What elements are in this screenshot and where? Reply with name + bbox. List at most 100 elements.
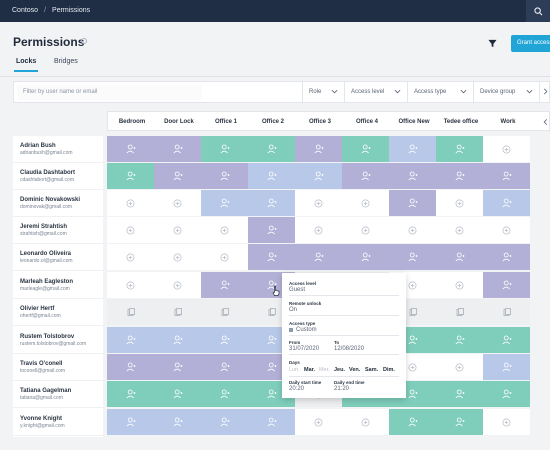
access-cell[interactable] [107,327,154,353]
access-cell[interactable] [248,163,295,189]
access-cell[interactable] [342,136,389,162]
day-toggle[interactable]: Ven. [349,367,360,373]
access-cell[interactable] [436,409,483,435]
grant-access-cell[interactable] [436,354,483,380]
grant-access-cell[interactable] [154,217,201,243]
access-cell[interactable] [436,244,483,270]
access-cell[interactable] [107,409,154,435]
filter-input[interactable]: Filter by user name or email [17,85,202,100]
access-cell[interactable] [342,163,389,189]
access-cell[interactable] [389,163,436,189]
access-cell[interactable] [248,409,295,435]
access-cell[interactable] [483,244,530,270]
access-cell[interactable] [154,381,201,407]
user-row[interactable]: Yvonne Knight y.knight@gmail.com [13,409,103,436]
access-cell[interactable] [107,136,154,162]
grant-access-cell[interactable] [295,409,342,435]
tab-locks[interactable]: Locks [13,58,39,72]
device-group-dropdown[interactable]: Device group [473,82,539,102]
grant-access-cell[interactable] [154,244,201,270]
search-button[interactable] [526,0,550,22]
column-header-bedroom[interactable]: Bedroom [108,112,156,132]
access-cell[interactable] [248,244,295,270]
access-cell[interactable] [201,272,248,298]
access-cell[interactable] [483,381,530,407]
access-cell[interactable] [154,163,201,189]
column-header-door-lock[interactable]: Door Lock [155,112,203,132]
day-toggle[interactable]: Mer. [319,367,330,373]
grant-access-cell[interactable] [436,272,483,298]
access-cell[interactable] [201,409,248,435]
access-cell[interactable] [248,190,295,216]
user-row[interactable]: Leonardo Oliveira leonardo.ol@gmail.com [13,244,103,271]
bridge-cell[interactable] [201,299,248,325]
column-header-office-new[interactable]: Office New [390,112,438,132]
day-toggle[interactable]: Mar. [304,367,315,373]
day-toggle[interactable]: Sam. [365,367,378,373]
grant-access-cell[interactable] [342,190,389,216]
user-row[interactable]: Jeremi Strahtish strahtish@gmail.com [13,217,103,244]
access-cell[interactable] [483,354,530,380]
user-row[interactable]: Rustem Tolstobrov rustem.tolstobrov@gmail… [13,327,103,354]
tab-bridges[interactable]: Bridges [54,58,78,65]
grant-access-cell[interactable] [483,136,530,162]
user-row[interactable]: Olivier Hertf ohertf@gmail.com [13,299,103,326]
grant-access-cell[interactable] [295,217,342,243]
access-cell[interactable] [483,272,530,298]
access-cell[interactable] [436,327,483,353]
column-header-office-4[interactable]: Office 4 [343,112,391,132]
grant-access-cell[interactable] [436,190,483,216]
role-dropdown[interactable]: Role [302,82,344,102]
grant-access-cell[interactable] [483,409,530,435]
chevron-left-icon[interactable] [542,118,549,126]
access-cell[interactable] [295,136,342,162]
grant-access-cell[interactable] [295,190,342,216]
grant-access-cell[interactable] [342,217,389,243]
user-row[interactable]: Dominic Novakowski dominovak@gmail.com [13,190,103,217]
grant-access-cell[interactable] [107,272,154,298]
access-cell[interactable] [248,136,295,162]
access-cell[interactable] [201,190,248,216]
access-cell[interactable] [201,136,248,162]
access-cell[interactable] [248,217,295,243]
access-cell[interactable] [201,354,248,380]
access-cell[interactable] [483,327,530,353]
access-cell[interactable] [295,163,342,189]
access-cell[interactable] [107,354,154,380]
grant-access-cell[interactable] [436,217,483,243]
column-header-office-1[interactable]: Office 1 [202,112,250,132]
access-cell[interactable] [295,244,342,270]
access-cell[interactable] [107,163,154,189]
grant-access-cell[interactable] [342,409,389,435]
bridge-cell[interactable] [483,299,530,325]
filter-icon[interactable] [488,39,497,48]
column-header-office-2[interactable]: Office 2 [249,112,297,132]
column-header-work[interactable]: Work [484,112,532,132]
day-toggle[interactable]: Dim. [383,367,395,373]
access-cell[interactable] [201,163,248,189]
access-type-dropdown[interactable]: Access type [407,82,473,102]
day-toggle[interactable]: Lun. [289,367,300,373]
bridge-cell[interactable] [107,299,154,325]
grant-access-cell[interactable] [154,190,201,216]
day-toggle[interactable]: Jeu. [334,367,345,373]
access-cell[interactable] [107,381,154,407]
access-cell[interactable] [154,136,201,162]
info-icon[interactable] [81,38,87,44]
access-cell[interactable] [154,354,201,380]
access-cell[interactable] [483,163,530,189]
grant-access-cell[interactable] [389,217,436,243]
user-row[interactable]: Adrian Bush adrianbush@gmail.com [13,136,103,163]
access-cell[interactable] [342,244,389,270]
grant-access-cell[interactable] [201,244,248,270]
access-cell[interactable] [154,327,201,353]
grant-access-cell[interactable] [201,217,248,243]
access-cell[interactable] [436,136,483,162]
bridge-cell[interactable] [436,299,483,325]
bridge-cell[interactable] [154,299,201,325]
access-cell[interactable] [154,409,201,435]
access-level-dropdown[interactable]: Access level [344,82,407,102]
user-row[interactable]: Marleah Eagleston marleagle@gmail.com [13,272,103,299]
access-cell[interactable] [201,327,248,353]
user-row[interactable]: Tatiana Gagelman tatiana@gmail.com [13,381,103,408]
